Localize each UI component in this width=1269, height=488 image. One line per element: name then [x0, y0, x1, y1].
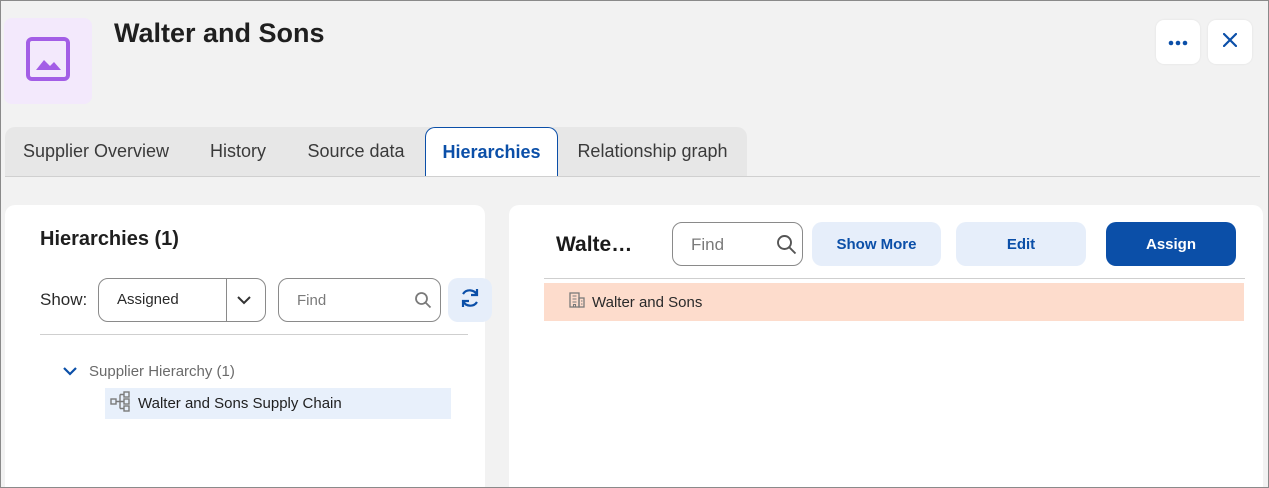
- record-window: Walter and Sons Supplier Overview Histor…: [0, 0, 1269, 488]
- more-button[interactable]: [1156, 20, 1200, 64]
- show-label: Show:: [40, 290, 88, 309]
- record-title-truncated: Walte…: [556, 233, 633, 256]
- chevron-down-icon[interactable]: [236, 293, 252, 312]
- image-icon: [25, 36, 71, 87]
- hierarchy-find-input[interactable]: Find: [278, 278, 441, 322]
- tab-source-data[interactable]: Source data: [289, 127, 423, 176]
- find-placeholder: Find: [297, 292, 327, 309]
- close-icon: [1222, 32, 1238, 52]
- assignment-panel: Walte… Find Show More Edit Assign Walter…: [509, 205, 1263, 487]
- search-icon: [776, 234, 797, 260]
- tab-hierarchies[interactable]: Hierarchies: [425, 127, 558, 177]
- tree-item-supply-chain[interactable]: Walter and Sons Supply Chain: [105, 388, 451, 419]
- tab-bar: Supplier Overview History Source data Hi…: [5, 127, 747, 177]
- tab-divider: [5, 176, 1260, 177]
- tab-supplier-overview[interactable]: Supplier Overview: [5, 127, 187, 176]
- assign-button[interactable]: Assign: [1106, 222, 1236, 266]
- show-select-value: Assigned: [117, 291, 179, 308]
- tree-group-label: Supplier Hierarchy (1): [89, 363, 235, 380]
- right-divider: [544, 278, 1245, 279]
- search-icon: [414, 291, 432, 314]
- close-button[interactable]: [1208, 20, 1252, 64]
- building-icon: [568, 291, 586, 313]
- edit-button[interactable]: Edit: [956, 222, 1086, 266]
- tree-item-label: Walter and Sons Supply Chain: [138, 395, 342, 412]
- hierarchies-panel-title: Hierarchies (1): [40, 228, 179, 250]
- hierarchy-icon: [110, 390, 132, 417]
- hierarchies-panel: Hierarchies (1) Show: Assigned Find Supp…: [5, 205, 492, 487]
- record-find-input[interactable]: Find: [672, 222, 803, 266]
- more-horizontal-icon: [1168, 33, 1188, 51]
- result-row[interactable]: Walter and Sons: [544, 283, 1244, 321]
- select-divider: [226, 279, 227, 321]
- tree-group-supplier-hierarchy[interactable]: Supplier Hierarchy (1): [63, 363, 235, 380]
- show-select[interactable]: Assigned: [98, 278, 266, 322]
- result-label: Walter and Sons: [592, 293, 703, 311]
- tab-history[interactable]: History: [187, 127, 289, 176]
- refresh-button[interactable]: [448, 278, 492, 322]
- left-divider: [40, 334, 468, 335]
- show-more-button[interactable]: Show More: [812, 222, 941, 266]
- find-placeholder: Find: [691, 235, 725, 254]
- record-avatar: [4, 18, 92, 104]
- tab-relationship-graph[interactable]: Relationship graph: [558, 127, 747, 176]
- chevron-down-icon[interactable]: [63, 363, 77, 380]
- refresh-icon: [458, 286, 482, 315]
- page-title: Walter and Sons: [114, 18, 325, 48]
